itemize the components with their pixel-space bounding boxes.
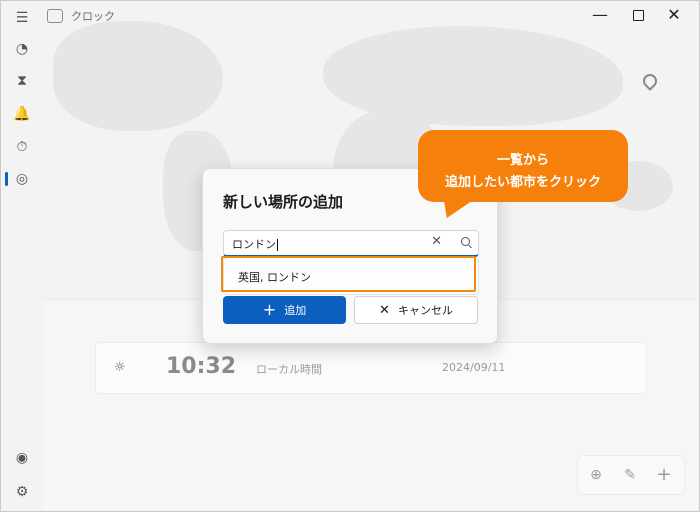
location-search-input[interactable]: ロンドン ✕ xyxy=(223,230,479,257)
menu-icon[interactable]: ☰ xyxy=(9,5,35,31)
focus-session-nav[interactable]: ◔ xyxy=(9,36,35,62)
callout-line-1: 一覧から xyxy=(496,153,549,168)
location-pin-icon xyxy=(640,71,660,91)
world-clock-icon: ◎ xyxy=(15,171,29,187)
bottom-action-bar: ⊕ ✎ + xyxy=(577,455,685,495)
cancel-label: キャンセル xyxy=(397,304,453,317)
edit-icon: ✎ xyxy=(624,467,636,483)
timer-nav[interactable]: ⧗ xyxy=(9,68,35,94)
world-clock-nav[interactable]: ◎ xyxy=(5,166,35,192)
sun-icon: ☼ xyxy=(114,360,126,375)
add-label: 追加 xyxy=(284,304,307,317)
edit-button[interactable]: ✎ xyxy=(620,465,640,485)
instruction-callout: 一覧から 追加したい都市をクリック xyxy=(418,130,628,202)
account-icon: ◉ xyxy=(15,450,29,466)
compare-button[interactable]: ⊕ xyxy=(586,465,606,485)
account-nav[interactable]: ◉ xyxy=(9,445,35,471)
suggestion-item[interactable]: 英国, ロンドン xyxy=(223,257,479,295)
settings-icon: ⚙ xyxy=(15,484,29,500)
alarm-nav[interactable]: 🔔 xyxy=(9,101,35,127)
add-button[interactable]: + xyxy=(654,465,674,485)
focus-icon: ◔ xyxy=(15,41,29,57)
add-icon: + xyxy=(656,464,672,485)
local-time-label: ローカル時間 xyxy=(256,363,322,376)
cancel-icon: ✕ xyxy=(379,302,390,318)
suggestion-label: 英国, ロンドン xyxy=(238,271,311,284)
local-time-card[interactable]: ☼ 10:32 ローカル時間 2024/09/11 xyxy=(95,342,647,394)
plus-icon: + xyxy=(262,300,277,319)
callout-line-2: 追加したい都市をクリック xyxy=(444,175,601,190)
timer-icon: ⧗ xyxy=(17,73,27,89)
compare-icon: ⊕ xyxy=(590,467,602,483)
add-location-button[interactable]: + 追加 xyxy=(223,296,346,324)
settings-nav[interactable]: ⚙ xyxy=(9,479,35,505)
local-time: 10:32 xyxy=(166,354,237,379)
map-north-america xyxy=(53,21,223,131)
alarm-icon: 🔔 xyxy=(13,106,31,122)
search-value: ロンドン xyxy=(232,238,278,251)
search-icon[interactable] xyxy=(461,237,470,246)
local-date: 2024/09/11 xyxy=(442,361,506,374)
cancel-button[interactable]: ✕ キャンセル xyxy=(354,296,478,324)
sidebar: ☰ ◔ ⧗ 🔔 ⏱ ◎ ◉ ⚙ xyxy=(1,1,43,511)
dialog-title: 新しい場所の追加 xyxy=(223,193,344,211)
map-eurasia xyxy=(323,26,623,126)
text-caret xyxy=(277,239,278,251)
clear-icon[interactable]: ✕ xyxy=(431,234,442,249)
stopwatch-nav[interactable]: ⏱ xyxy=(9,134,35,160)
stopwatch-icon: ⏱ xyxy=(16,139,28,155)
